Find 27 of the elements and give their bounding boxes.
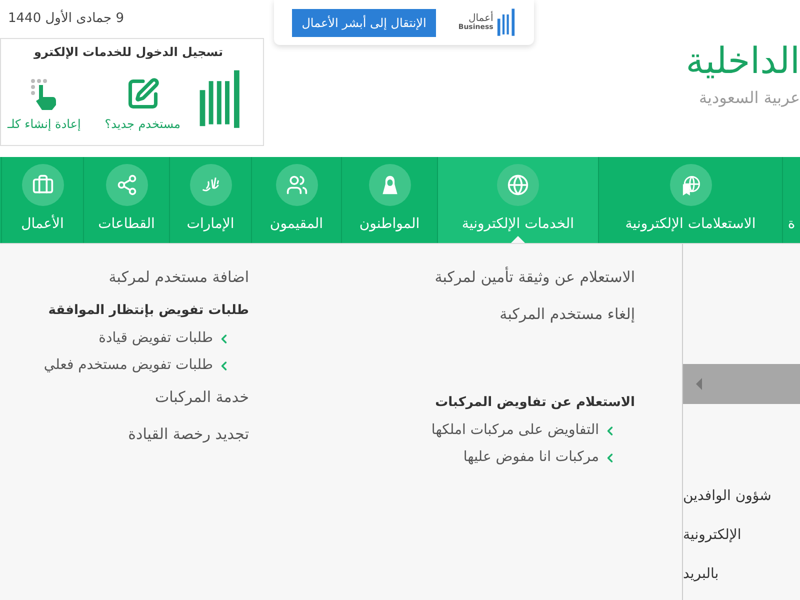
- menu-link[interactable]: إلغاء مستخدم المركبة: [500, 303, 635, 326]
- ministry-subtitle: عربية السعودية: [698, 87, 800, 109]
- menu-link[interactable]: طلبات تفويض مستخدم فعلي: [44, 355, 213, 376]
- briefcase-icon: [32, 174, 54, 196]
- side-link[interactable]: شؤون الوافدين: [683, 486, 772, 507]
- business-logo-icon: [496, 8, 516, 38]
- collapse-arrow-icon: [696, 378, 702, 390]
- menu-link[interactable]: تجديد رخصة القيادة: [128, 423, 249, 446]
- menu-link[interactable]: اضافة مستخدم لمركبة: [108, 266, 249, 289]
- absher-business-button[interactable]: الإنتقال إلى أبشر الأعمال: [292, 8, 436, 36]
- network-icon: [116, 174, 138, 196]
- login-title: تسجيل الدخول للخدمات الإلكترو: [34, 44, 223, 61]
- menu-heading: الاستعلام عن تفاويض المركبات: [435, 394, 635, 412]
- users-icon: [286, 174, 308, 196]
- menu-link[interactable]: التفاويض على مركبات املكها: [431, 420, 599, 441]
- hijri-date: 9 جمادى الأول 1440: [8, 9, 124, 28]
- menu-link[interactable]: طلبات تفويض قيادة: [98, 328, 213, 349]
- globe-icon: [507, 174, 529, 196]
- collapse-bar[interactable]: [683, 364, 800, 404]
- side-link[interactable]: بالبريد: [683, 564, 719, 585]
- menu-heading: طلبات تفويض بإنتظار الموافقة: [48, 302, 249, 320]
- menu-link[interactable]: مركبات انا مفوض عليها: [463, 447, 599, 468]
- ministry-name: الداخلية: [686, 40, 800, 84]
- side-link[interactable]: الإلكترونية: [683, 525, 742, 546]
- menu-link[interactable]: خدمة المركبات: [154, 386, 249, 409]
- menu-link[interactable]: الاستعلام عن وثيقة تأمين لمركبة: [434, 266, 635, 289]
- edit-icon: [126, 77, 160, 111]
